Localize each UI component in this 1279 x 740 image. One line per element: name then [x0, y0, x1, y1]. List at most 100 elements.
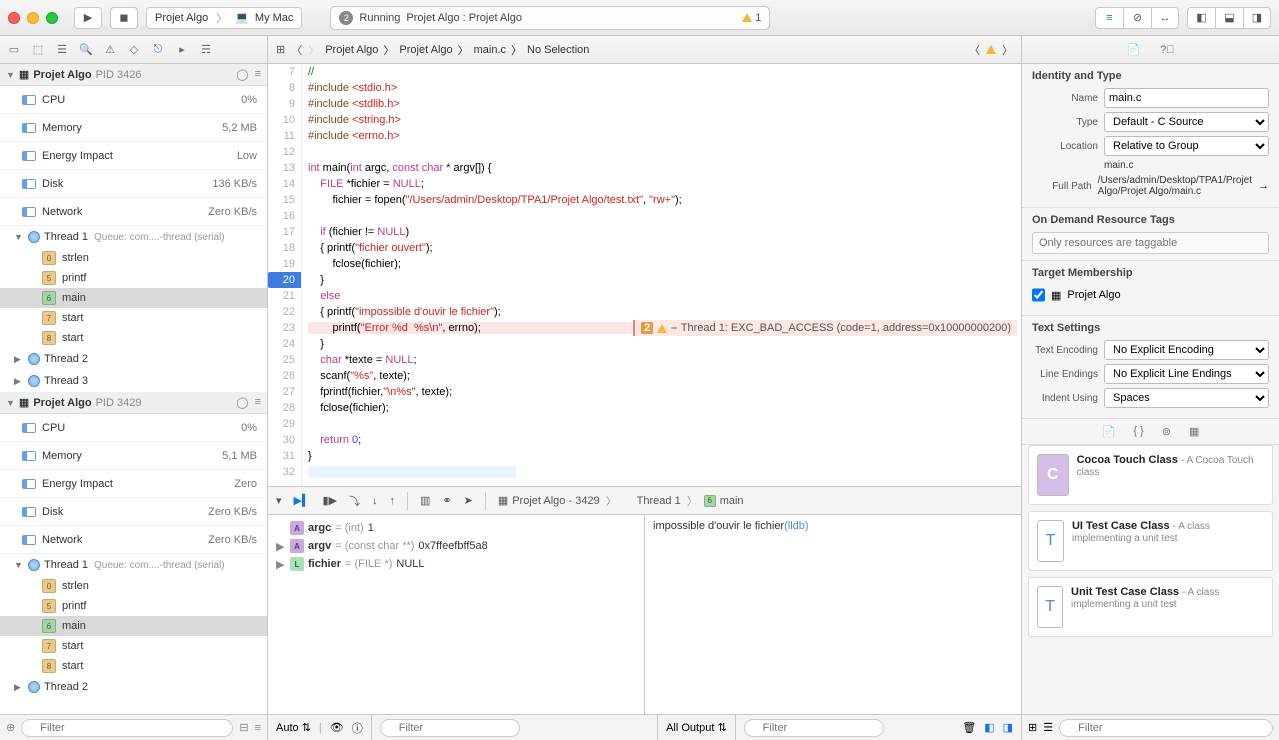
- run-button[interactable]: ▶: [74, 7, 102, 29]
- toggle-bottom-panel-button[interactable]: ⬓: [1215, 7, 1243, 29]
- media-library-icon[interactable]: ▦: [1189, 425, 1199, 438]
- jumpbar-warning-icon[interactable]: [986, 45, 996, 54]
- assistant-editor-button[interactable]: ⊘: [1123, 7, 1151, 29]
- stack-frame-row[interactable]: 0strlen: [0, 576, 267, 596]
- warning-badge[interactable]: 1: [742, 12, 761, 24]
- library-item[interactable]: TUnit Test Case Class - A class implemen…: [1028, 577, 1273, 637]
- filter-option-icon[interactable]: ≡: [255, 722, 261, 734]
- console-filter-input[interactable]: [744, 719, 884, 737]
- step-out-button[interactable]: ↑: [389, 495, 395, 507]
- version-editor-button[interactable]: ↔: [1151, 7, 1179, 29]
- navigator-filter-input[interactable]: [21, 719, 233, 737]
- cpu-metric[interactable]: CPU0%: [0, 414, 267, 442]
- stop-button[interactable]: ◼: [110, 7, 138, 29]
- options-icon[interactable]: ≡: [255, 68, 261, 81]
- output-scope-selector[interactable]: All Output ⇅: [666, 721, 727, 734]
- print-description-icon[interactable]: ⓘ: [352, 720, 363, 736]
- stack-frame-row[interactable]: 6main: [0, 616, 267, 636]
- continue-button[interactable]: ▮▶: [322, 494, 337, 507]
- jumpbar-folder[interactable]: Projet Algo: [399, 44, 452, 56]
- step-into-button[interactable]: ↓: [372, 495, 378, 507]
- pause-icon[interactable]: ◯: [236, 68, 248, 81]
- quick-help-icon[interactable]: ?⃝: [1160, 44, 1174, 56]
- debug-nav-icon[interactable]: ⎋: [150, 42, 166, 58]
- list-view-icon[interactable]: ☰: [1043, 721, 1053, 734]
- file-type-select[interactable]: Default - C Source: [1104, 112, 1269, 132]
- inline-error-annotation[interactable]: 2 ⎯ Thread 1: EXC_BAD_ACCESS (code=1, ad…: [633, 320, 1017, 336]
- location-select[interactable]: Relative to Group: [1104, 136, 1269, 156]
- network-metric[interactable]: NetworkZero KB/s: [0, 198, 267, 226]
- step-over-button[interactable]: ⤵: [349, 493, 360, 509]
- object-library-icon[interactable]: ⊚: [1162, 425, 1171, 438]
- memory-metric[interactable]: Memory5,2 MB: [0, 114, 267, 142]
- stack-frame-row[interactable]: 8start: [0, 328, 267, 348]
- auto-scope-selector[interactable]: Auto ⇅: [276, 721, 311, 734]
- energy-metric[interactable]: Energy ImpactLow: [0, 142, 267, 170]
- thread-row[interactable]: ▶Thread 2: [0, 348, 267, 370]
- disk-metric[interactable]: Disk136 KB/s: [0, 170, 267, 198]
- filter-option-icon[interactable]: ⊟: [239, 721, 248, 734]
- energy-metric[interactable]: Energy ImpactZero: [0, 470, 267, 498]
- toggle-vars-pane-icon[interactable]: ◧: [984, 721, 994, 734]
- debug-console[interactable]: impossible d'ouvir le fichier(lldb): [645, 515, 1021, 714]
- stack-frame-row[interactable]: 7start: [0, 636, 267, 656]
- reveal-icon[interactable]: →: [1258, 180, 1269, 192]
- breakpoints-toggle-icon[interactable]: ▶▍: [294, 494, 311, 507]
- source-editor[interactable]: 7891011121314151617181920212223242526272…: [268, 64, 1021, 486]
- encoding-select[interactable]: No Explicit Encoding: [1104, 340, 1269, 360]
- thread-row[interactable]: ▶Thread 2: [0, 676, 267, 698]
- filter-icon[interactable]: ⊕: [6, 721, 15, 734]
- thread-row[interactable]: ▼Thread 1Queue: com....-thread (serial): [0, 554, 267, 576]
- stack-frame-row[interactable]: 8start: [0, 656, 267, 676]
- jumpbar-file[interactable]: main.c: [474, 44, 506, 56]
- standard-editor-button[interactable]: ≡: [1095, 7, 1123, 29]
- activity-status[interactable]: 2 Running Projet Algo : Projet Algo 1: [330, 6, 770, 30]
- symbol-nav-icon[interactable]: ☰: [54, 42, 70, 58]
- back-button[interactable]: 〈: [291, 42, 302, 58]
- hide-debug-icon[interactable]: ▾: [276, 494, 282, 507]
- code-snippet-library-icon[interactable]: { }: [1133, 425, 1143, 438]
- jumpbar-prev-button[interactable]: 〈: [969, 42, 980, 58]
- process-header[interactable]: ▼ ▦ Projet Algo PID 3429 ◯≡: [0, 392, 267, 414]
- file-inspector-icon[interactable]: 📄: [1126, 43, 1140, 56]
- find-nav-icon[interactable]: 🔍: [78, 42, 94, 58]
- library-filter-input[interactable]: [1059, 719, 1273, 737]
- target-checkbox[interactable]: [1032, 285, 1045, 305]
- jumpbar-project[interactable]: Projet Algo: [325, 44, 378, 56]
- jumpbar-next-button[interactable]: 〉: [1002, 42, 1013, 58]
- cpu-metric[interactable]: CPU0%: [0, 86, 267, 114]
- line-endings-select[interactable]: No Explicit Line Endings: [1104, 364, 1269, 384]
- jumpbar-selection[interactable]: No Selection: [527, 44, 589, 56]
- stack-frame-row[interactable]: 5printf: [0, 596, 267, 616]
- line-gutter[interactable]: 7891011121314151617181920212223242526272…: [268, 64, 302, 486]
- stack-frame-row[interactable]: 6main: [0, 288, 267, 308]
- toggle-left-panel-button[interactable]: ◧: [1187, 7, 1215, 29]
- process-header[interactable]: ▼ ▦ Projet Algo PID 3426 ◯≡: [0, 64, 267, 86]
- quicklook-icon[interactable]: 👁: [330, 721, 344, 734]
- scheme-selector[interactable]: Projet Algo 〉 💻 My Mac: [146, 7, 302, 29]
- file-template-library-icon[interactable]: 📄: [1102, 425, 1116, 438]
- thread-row[interactable]: ▼Thread 1Queue: com....-thread (serial): [0, 226, 267, 248]
- test-nav-icon[interactable]: ◇: [126, 42, 142, 58]
- variables-view[interactable]: A argc = (int) 1 ▶A argv = (const char *…: [268, 515, 645, 714]
- location-icon[interactable]: ➤: [464, 494, 473, 507]
- zoom-window-button[interactable]: [46, 12, 58, 24]
- project-nav-icon[interactable]: ▭: [6, 42, 22, 58]
- report-nav-icon[interactable]: ☴: [198, 42, 214, 58]
- toggle-console-pane-icon[interactable]: ◨: [1003, 721, 1013, 734]
- stack-frame-row[interactable]: 5printf: [0, 268, 267, 288]
- library-item[interactable]: CCocoa Touch Class - A Cocoa Touch class: [1028, 445, 1273, 505]
- issue-nav-icon[interactable]: ⚠: [102, 42, 118, 58]
- thread-row[interactable]: ▶Thread 3: [0, 370, 267, 392]
- library-item[interactable]: TUI Test Case Class - A class implementi…: [1028, 511, 1273, 571]
- view-hierarchy-icon[interactable]: ▥: [420, 494, 430, 507]
- minimize-window-button[interactable]: [27, 12, 39, 24]
- clear-console-icon[interactable]: 🗑: [962, 721, 976, 734]
- close-window-button[interactable]: [8, 12, 20, 24]
- toggle-right-panel-button[interactable]: ◨: [1243, 7, 1271, 29]
- disk-metric[interactable]: DiskZero KB/s: [0, 498, 267, 526]
- related-items-icon[interactable]: ⊞: [276, 43, 285, 56]
- memory-graph-icon[interactable]: ⚭: [442, 494, 451, 507]
- variables-filter-input[interactable]: [380, 719, 520, 737]
- breakpoint-nav-icon[interactable]: ▸: [174, 42, 190, 58]
